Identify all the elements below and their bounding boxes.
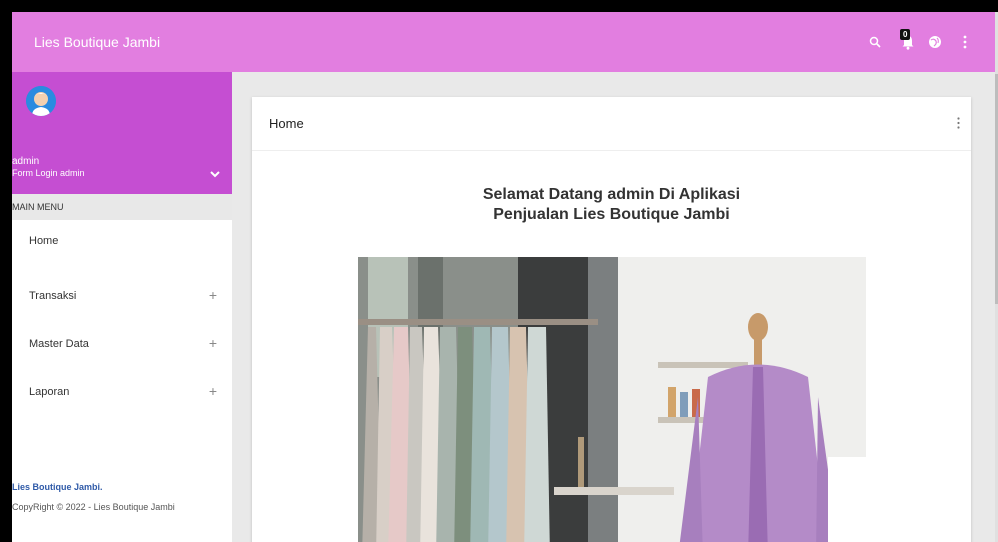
page-title: Home: [269, 116, 304, 131]
sidebar-item-master-data[interactable]: Master Data +: [12, 323, 232, 367]
sidebar-item-home[interactable]: Home: [12, 220, 232, 264]
app-title[interactable]: Lies Boutique Jambi: [34, 34, 160, 50]
expand-plus-icon[interactable]: +: [206, 383, 220, 399]
sidebar-item-transaksi[interactable]: Transaksi +: [12, 275, 232, 319]
welcome-line-1: Selamat Datang admin Di Aplikasi: [482, 186, 741, 203]
main-content: Home Selamat Datang admin Di Aplikasi Pe…: [232, 72, 998, 542]
sidebar: admin Form Login admin MAIN MENU Home Tr…: [12, 72, 232, 542]
expand-plus-icon[interactable]: +: [206, 335, 220, 351]
top-app-bar: Lies Boutique Jambi 0: [12, 12, 998, 72]
more-vert-icon[interactable]: [953, 115, 963, 131]
sidebar-item-label: Home: [29, 235, 59, 247]
user-profile-panel: admin Form Login admin: [12, 72, 232, 194]
footer-app-name: Lies Boutique Jambi.: [12, 482, 103, 492]
sidebar-item-laporan[interactable]: Laporan +: [12, 371, 232, 415]
globe-icon[interactable]: [924, 29, 946, 55]
home-card: Home Selamat Datang admin Di Aplikasi Pe…: [252, 97, 971, 542]
footer-copyright: CopyRight © 2022 - Lies Boutique Jambi: [12, 502, 175, 512]
boutique-photo: [358, 257, 866, 542]
sidebar-item-label: Laporan: [29, 386, 70, 398]
sidebar-item-label: Transaksi: [29, 290, 77, 302]
card-header: Home: [252, 97, 971, 151]
sidebar-item-label: Master Data: [29, 338, 89, 350]
more-vert-icon[interactable]: [954, 29, 976, 55]
main-menu-header: MAIN MENU: [12, 194, 232, 220]
welcome-line-2: Penjualan Lies Boutique Jambi: [493, 206, 730, 223]
search-icon[interactable]: [864, 29, 886, 55]
avatar[interactable]: [26, 86, 56, 116]
expand-plus-icon[interactable]: +: [206, 287, 220, 303]
app-window: Lies Boutique Jambi 0 admin Form Login a…: [12, 12, 998, 542]
notification-bell-icon[interactable]: 0: [897, 29, 919, 55]
notification-count-badge: 0: [900, 29, 911, 40]
user-subtitle: Form Login admin: [12, 168, 85, 178]
welcome-message: Selamat Datang admin Di Aplikasi Penjual…: [252, 185, 971, 225]
chevron-down-icon[interactable]: [208, 168, 222, 180]
user-name: admin: [12, 156, 40, 167]
main-menu-label: MAIN MENU: [12, 202, 64, 212]
